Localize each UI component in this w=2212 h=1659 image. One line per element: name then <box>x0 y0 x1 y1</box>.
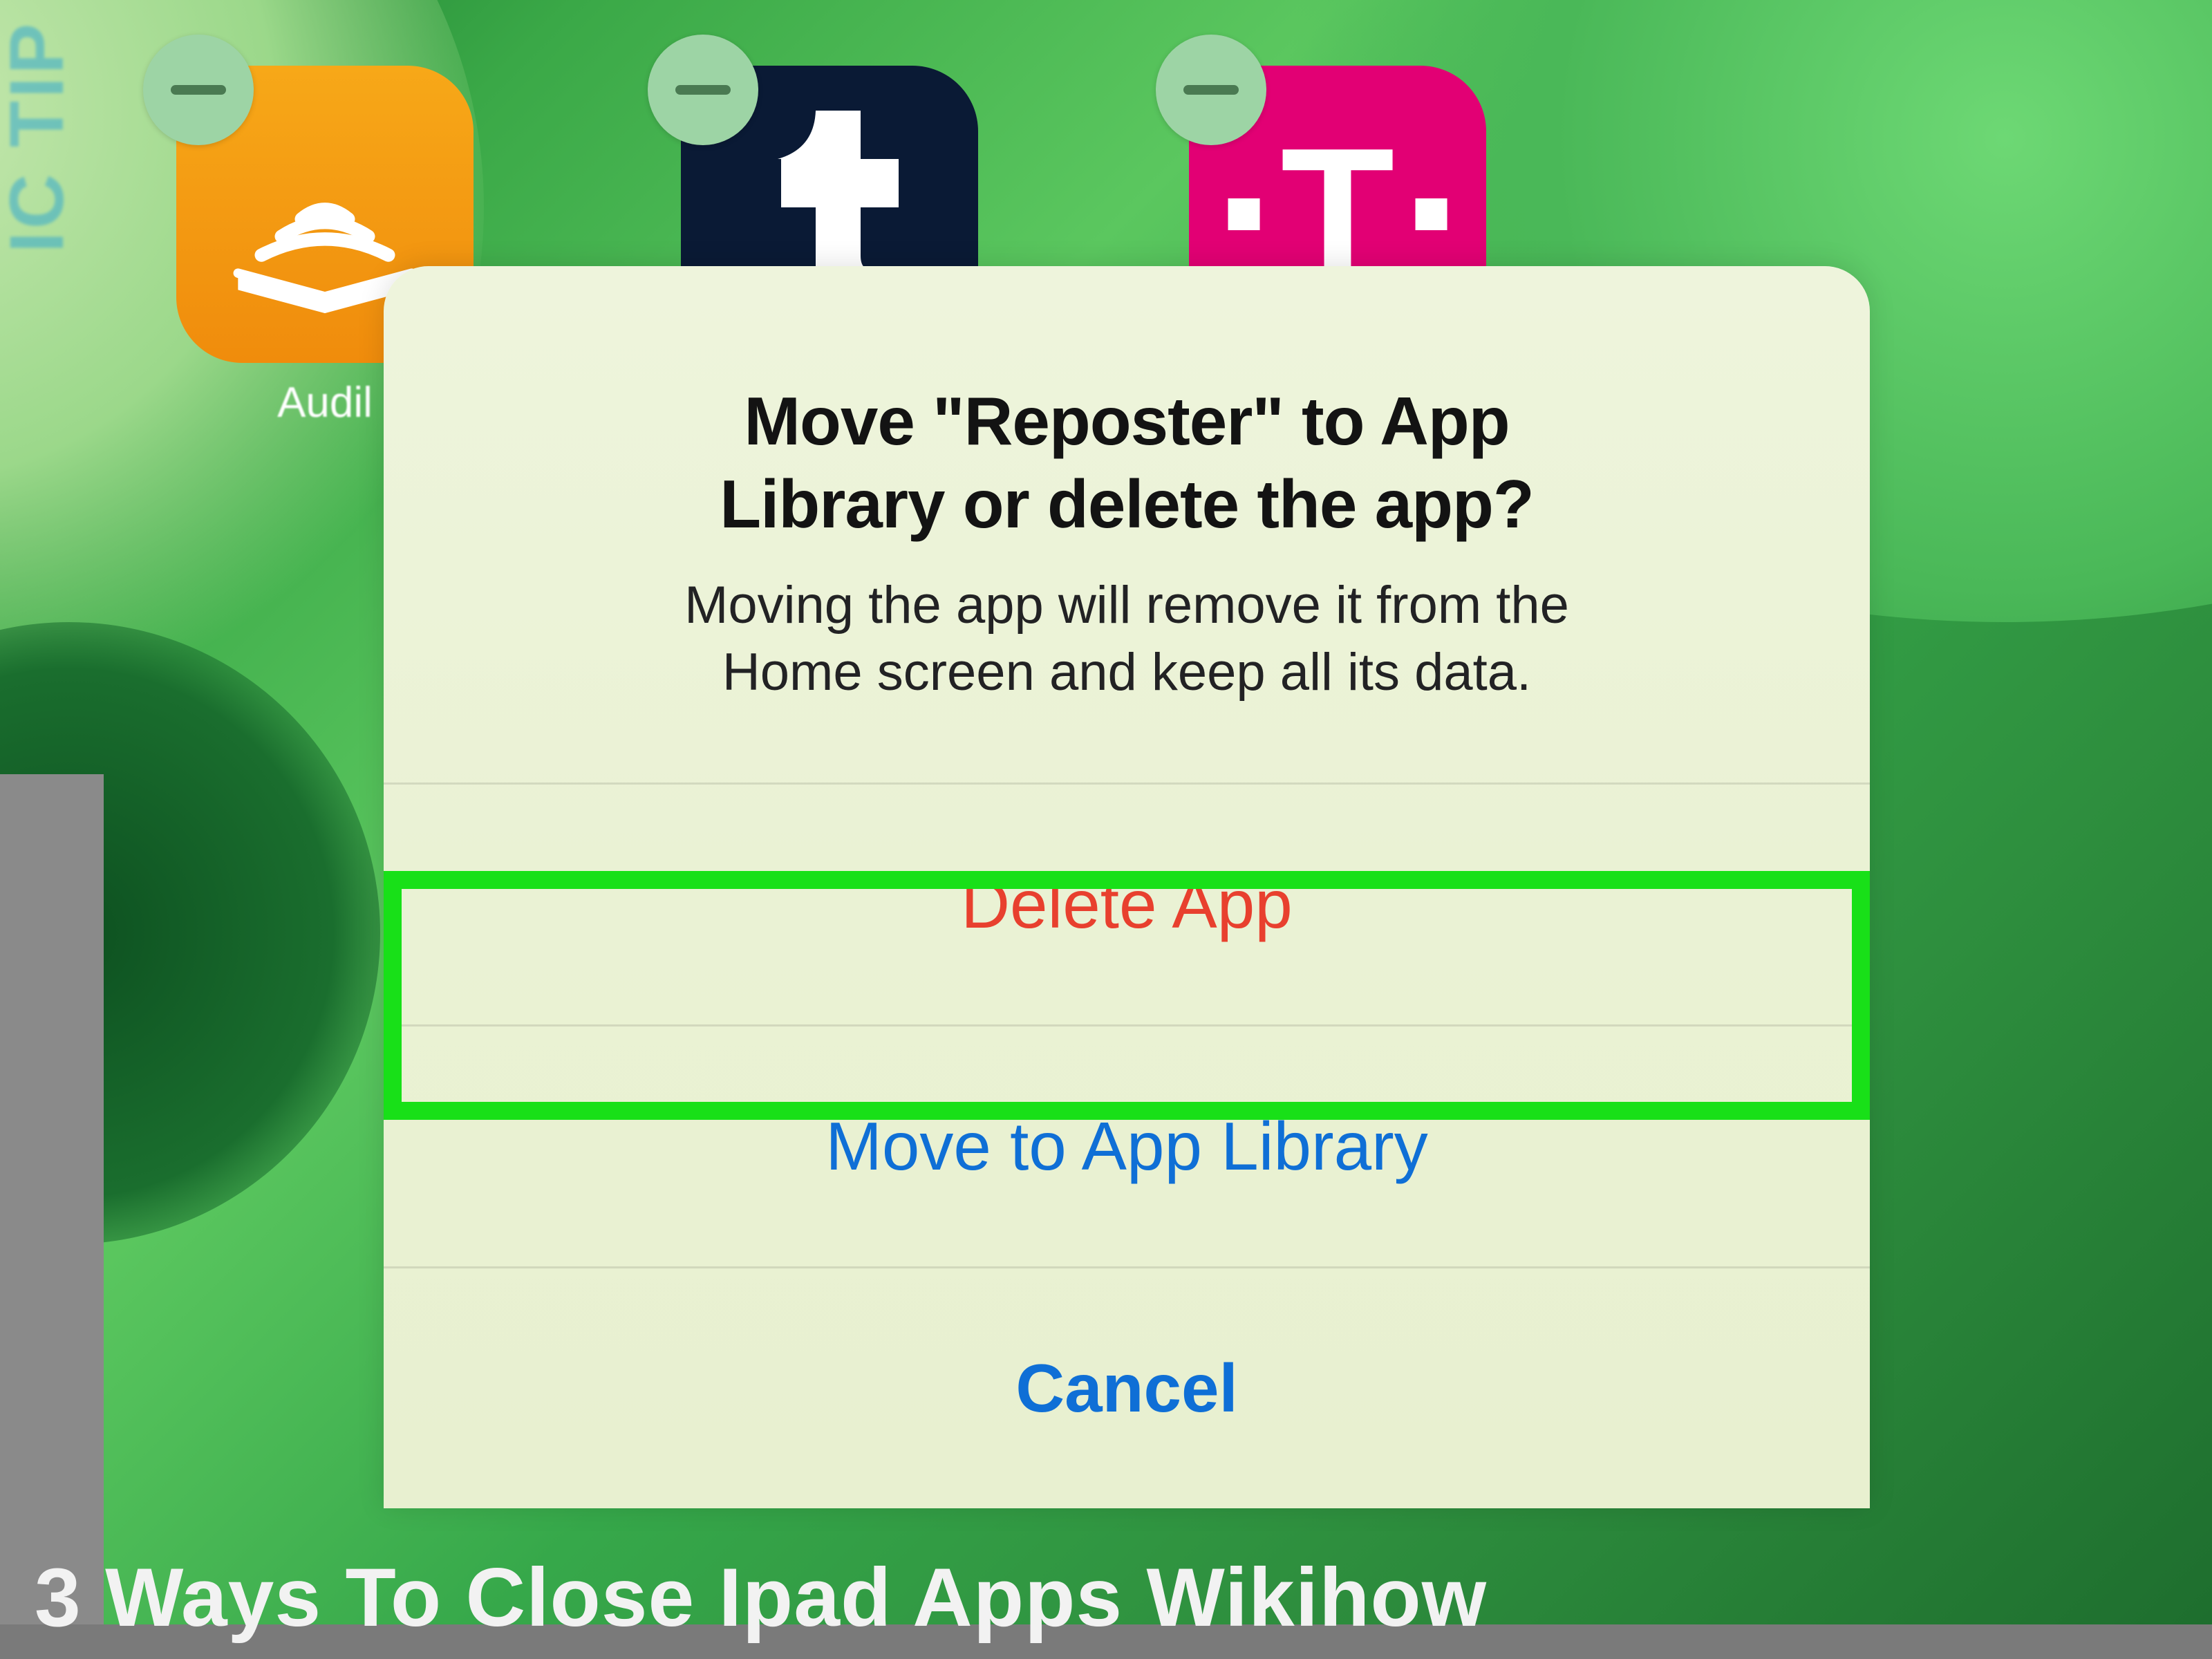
alert-subtitle: Moving the app will remove it from the H… <box>446 572 1808 706</box>
alert-title: Move "Reposter" to App Library or delete… <box>446 380 1808 545</box>
remove-badge-icon[interactable] <box>143 35 254 145</box>
delete-app-button[interactable]: Delete App <box>384 782 1870 1024</box>
cancel-button[interactable]: Cancel <box>384 1266 1870 1508</box>
remove-badge-icon[interactable] <box>1156 35 1266 145</box>
move-to-library-button[interactable]: Move to App Library <box>384 1024 1870 1266</box>
image-caption: 3 Ways To Close Ipad Apps Wikihow <box>35 1550 1487 1645</box>
audible-logo-icon <box>225 196 425 279</box>
remove-badge-icon[interactable] <box>648 35 758 145</box>
action-sheet: Move "Reposter" to App Library or delete… <box>384 266 1870 1508</box>
watermark-text: IC TIP <box>0 21 81 253</box>
app-label-audible: Audil <box>277 378 373 427</box>
left-gray-band <box>0 774 104 1624</box>
